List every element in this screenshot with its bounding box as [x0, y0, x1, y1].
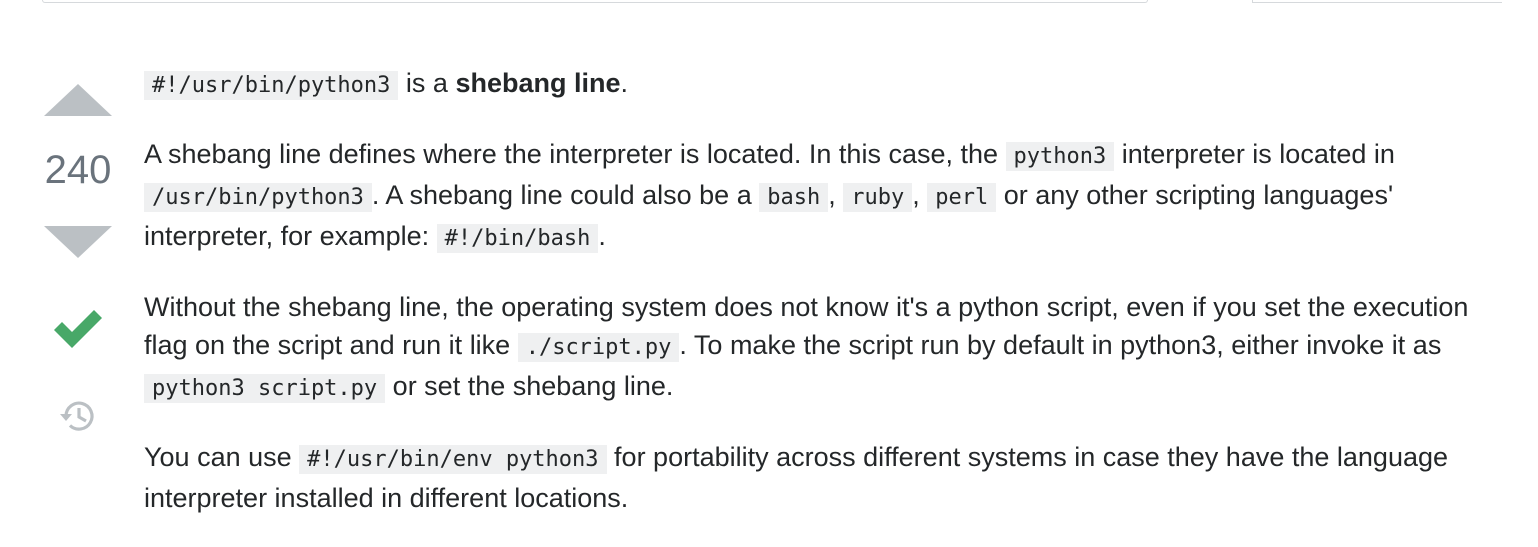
paragraph: You can use #!/usr/bin/env python3 for p… [144, 438, 1514, 517]
question-card-border [42, 0, 1148, 3]
text: . [620, 68, 629, 98]
arrow-down-icon[interactable] [44, 226, 112, 258]
paragraph: Without the shebang line, the operating … [144, 288, 1514, 408]
text: interpreter is located in [1114, 139, 1395, 169]
paragraph: A shebang line defines where the interpr… [144, 135, 1514, 258]
inline-code: #!/usr/bin/env python3 [299, 445, 607, 474]
history-icon[interactable] [58, 396, 98, 436]
inline-code: perl [927, 183, 997, 212]
text: or set the shebang line. [385, 371, 674, 401]
arrow-up-icon[interactable] [44, 84, 112, 116]
vote-count: 240 [44, 148, 112, 192]
text: is a [398, 68, 456, 98]
inline-code: python3 script.py [144, 374, 386, 403]
inline-code: bash [759, 183, 829, 212]
text: . [598, 221, 606, 251]
text: . To make the script run by default in p… [679, 330, 1442, 360]
text: A shebang line defines where the interpr… [144, 139, 1006, 169]
inline-code: ./script.py [517, 333, 680, 362]
inline-code: python3 [1005, 142, 1115, 171]
text: . A shebang line could also be a [371, 180, 760, 210]
text: , [912, 180, 928, 210]
answer-body: #!/usr/bin/python3 is a shebang line. A … [144, 64, 1514, 547]
paragraph: #!/usr/bin/python3 is a shebang line. [144, 64, 1514, 105]
inline-code: #!/usr/bin/python3 [144, 71, 399, 100]
inline-code: #!/bin/bash [436, 224, 599, 253]
checkmark-icon [54, 310, 102, 348]
text: You can use [144, 442, 300, 472]
inline-code: ruby [843, 183, 913, 212]
text: , [828, 180, 844, 210]
bold-text: shebang line [455, 68, 621, 98]
inline-code: /usr/bin/python3 [144, 183, 372, 212]
sidebar-card-border [1252, 0, 1502, 3]
